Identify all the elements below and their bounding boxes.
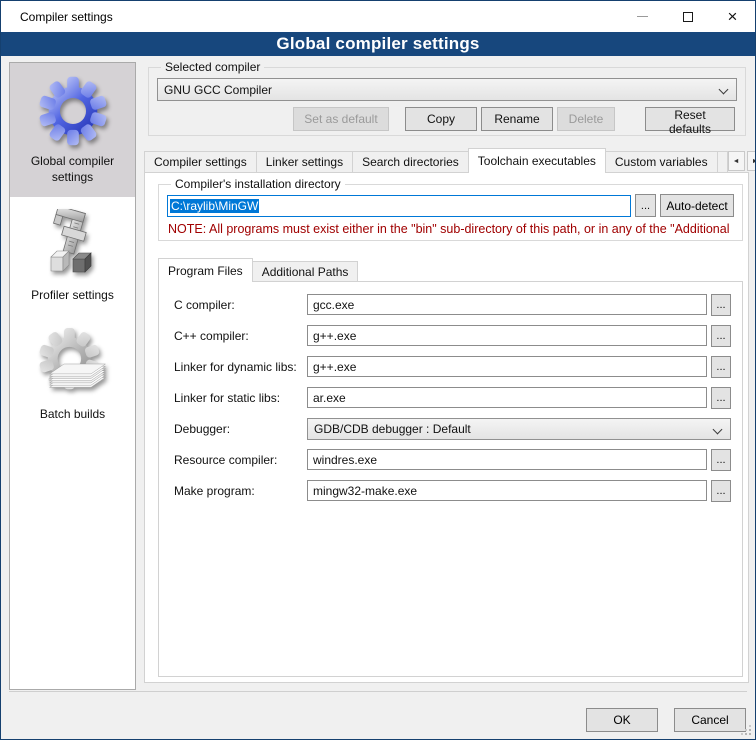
selected-compiler-label: Selected compiler	[161, 60, 264, 74]
dynamic-linker-input[interactable]	[307, 356, 707, 377]
delete-button[interactable]: Delete	[557, 107, 615, 131]
static-linker-label: Linker for static libs:	[174, 391, 303, 405]
sidebar-item-global-compiler-settings[interactable]: Global compiler settings	[10, 63, 135, 197]
table-row: Resource compiler: ...	[159, 444, 742, 475]
cancel-button[interactable]: Cancel	[674, 708, 746, 732]
footer-divider	[9, 691, 747, 692]
program-files-page: C compiler: ... C++ compiler: ... Linker…	[158, 281, 743, 677]
tab-search-directories[interactable]: Search directories	[353, 151, 469, 173]
maximize-icon	[683, 12, 693, 22]
sidebar-item-label: Profiler settings	[31, 288, 114, 304]
dialog-body: Global compiler settings	[1, 56, 755, 739]
static-linker-input[interactable]	[307, 387, 707, 408]
debugger-label: Debugger:	[174, 422, 303, 436]
browse-button[interactable]: ...	[711, 356, 731, 378]
table-row: Make program: ...	[159, 475, 742, 506]
sidebar-item-label: Global compiler settings	[13, 154, 132, 185]
browse-button[interactable]: ...	[711, 325, 731, 347]
tab-custom-variables[interactable]: Custom variables	[606, 151, 718, 173]
caliper-icon	[37, 209, 109, 281]
sidebar-item-label: Batch builds	[40, 407, 105, 423]
browse-button[interactable]: ...	[711, 294, 731, 316]
make-program-label: Make program:	[174, 484, 303, 498]
install-dir-selected-text: C:\raylib\MinGW	[170, 199, 259, 213]
compiler-settings-dialog: Compiler settings × Global compiler sett…	[0, 0, 756, 740]
page-title: Global compiler settings	[1, 32, 755, 56]
minimize-icon	[637, 16, 648, 17]
table-row: Linker for dynamic libs: ...	[159, 351, 742, 382]
set-as-default-button[interactable]: Set as default	[293, 107, 389, 131]
arrow-left-icon[interactable]: ◄	[728, 151, 745, 171]
subtab-additional-paths[interactable]: Additional Paths	[253, 261, 359, 282]
chevron-down-icon	[713, 424, 723, 434]
tab-build-options[interactable]: Build options	[718, 151, 728, 173]
bin-subdirectory-note: NOTE: All programs must exist either in …	[168, 222, 734, 236]
program-files-tabstrip: Program Files Additional Paths	[158, 258, 358, 282]
tab-linker-settings[interactable]: Linker settings	[257, 151, 353, 173]
chevron-down-icon	[719, 85, 729, 95]
make-program-input[interactable]	[307, 480, 707, 501]
maximize-button[interactable]	[665, 1, 710, 32]
installation-directory-row: C:\raylib\MinGW ... Auto-detect	[167, 194, 734, 217]
debugger-select[interactable]: GDB/CDB debugger : Default	[307, 418, 731, 440]
cpp-compiler-label: C++ compiler:	[174, 329, 303, 343]
dynamic-linker-label: Linker for dynamic libs:	[174, 360, 303, 374]
resize-grip[interactable]	[749, 733, 751, 735]
auto-detect-button[interactable]: Auto-detect	[660, 194, 734, 217]
tab-compiler-settings[interactable]: Compiler settings	[144, 151, 257, 173]
toolchain-executables-page: Compiler's installation directory C:\ray…	[144, 172, 749, 683]
tab-toolchain-executables[interactable]: Toolchain executables	[468, 148, 606, 173]
ok-button[interactable]: OK	[586, 708, 658, 732]
window-title: Compiler settings	[20, 10, 113, 24]
compiler-buttons-row: Set as default Copy Rename Delete Reset …	[157, 107, 737, 131]
copy-button[interactable]: Copy	[405, 107, 477, 131]
arrow-right-icon[interactable]: ►	[747, 151, 756, 171]
table-row: Debugger: GDB/CDB debugger : Default	[159, 413, 742, 444]
cpp-compiler-input[interactable]	[307, 325, 707, 346]
installation-directory-label: Compiler's installation directory	[171, 177, 345, 191]
compiler-select[interactable]: GNU GCC Compiler	[157, 78, 737, 101]
install-dir-input[interactable]: C:\raylib\MinGW	[167, 195, 631, 217]
install-dir-browse-button[interactable]: ...	[635, 194, 656, 217]
tab-scroll-buttons: ◄ ►	[728, 151, 756, 173]
settings-sidebar: Global compiler settings	[9, 62, 136, 690]
main-panel: Selected compiler GNU GCC Compiler Set a…	[144, 56, 749, 739]
window-controls: ×	[620, 1, 755, 32]
close-button[interactable]: ×	[710, 1, 755, 32]
browse-button[interactable]: ...	[711, 387, 731, 409]
debugger-select-value: GDB/CDB debugger : Default	[314, 422, 471, 436]
blue-gear-icon	[37, 75, 109, 147]
browse-button[interactable]: ...	[711, 480, 731, 502]
c-compiler-label: C compiler:	[174, 298, 303, 312]
selected-compiler-group: Selected compiler GNU GCC Compiler Set a…	[148, 60, 746, 136]
sidebar-item-profiler-settings[interactable]: Profiler settings	[10, 197, 135, 316]
settings-tabstrip: Compiler settings Linker settings Search…	[144, 148, 749, 173]
close-icon: ×	[728, 8, 738, 25]
table-row: Linker for static libs: ...	[159, 382, 742, 413]
rename-button[interactable]: Rename	[481, 107, 553, 131]
resource-compiler-input[interactable]	[307, 449, 707, 470]
c-compiler-input[interactable]	[307, 294, 707, 315]
resource-compiler-label: Resource compiler:	[174, 453, 303, 467]
installation-directory-group: Compiler's installation directory C:\ray…	[158, 177, 743, 241]
compiler-select-value: GNU GCC Compiler	[164, 83, 272, 97]
titlebar: Compiler settings ×	[1, 1, 755, 32]
minimize-button[interactable]	[620, 1, 665, 32]
table-row: C compiler: ...	[159, 289, 742, 320]
table-row: C++ compiler: ...	[159, 320, 742, 351]
gray-gear-papers-icon	[37, 328, 109, 400]
sidebar-item-batch-builds[interactable]: Batch builds	[10, 316, 135, 435]
reset-defaults-button[interactable]: Reset defaults	[645, 107, 735, 131]
subtab-program-files[interactable]: Program Files	[158, 258, 253, 282]
browse-button[interactable]: ...	[711, 449, 731, 471]
